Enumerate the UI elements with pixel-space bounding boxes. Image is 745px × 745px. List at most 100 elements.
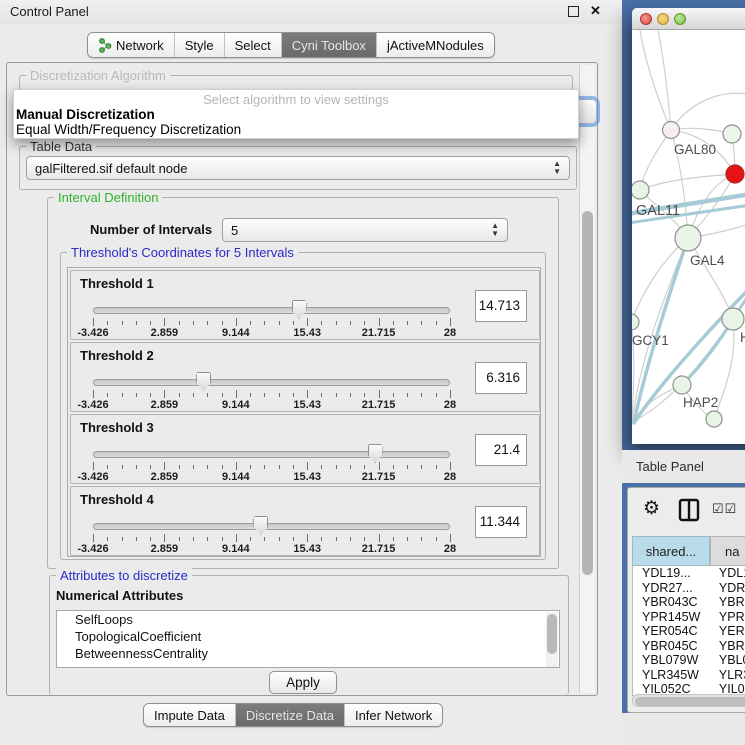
tab-network[interactable]: Network: [88, 33, 175, 57]
column-header-name[interactable]: na: [710, 536, 745, 566]
node-gcy1[interactable]: [632, 314, 639, 330]
node-bottom[interactable]: [706, 411, 722, 427]
table-row[interactable]: YER054CYER0: [633, 624, 745, 639]
table-cell: YBR043C: [633, 595, 710, 610]
table-data-combobox[interactable]: galFiltered.sif default node ▲▼: [26, 156, 570, 180]
threshold-1-slider-thumb[interactable]: [292, 300, 307, 319]
columns-icon[interactable]: [678, 498, 700, 522]
node-red-selected[interactable]: [726, 165, 744, 183]
threshold-3-slider-track[interactable]: [93, 451, 450, 458]
tab-style[interactable]: Style: [175, 33, 225, 57]
panel-scrollbar-thumb[interactable]: [582, 211, 593, 575]
tick-label: -3.426: [77, 327, 108, 339]
tab-infer-network[interactable]: Infer Network: [345, 704, 442, 726]
tick: [450, 534, 451, 542]
tick: [321, 465, 322, 469]
numerical-attributes-list[interactable]: SelfLoopsTopologicalCoefficientBetweenne…: [56, 610, 560, 668]
table-row[interactable]: YBR045CYBR0: [633, 639, 745, 654]
checkbox-icons[interactable]: ☑☑: [712, 501, 737, 517]
table-hscrollbar-thumb[interactable]: [635, 697, 745, 706]
number-of-intervals-spinner[interactable]: 5 ▲▼: [222, 218, 508, 242]
tab-select[interactable]: Select: [225, 33, 282, 57]
table-hscrollbar[interactable]: [632, 694, 745, 707]
tick: [107, 321, 108, 325]
tab-jactivemnodules[interactable]: jActiveMNodules: [377, 33, 494, 57]
tab-discretize-data[interactable]: Discretize Data: [236, 704, 345, 726]
threshold-3-value-field[interactable]: 21.4: [475, 434, 527, 466]
node-label-h: H: [740, 330, 745, 345]
algorithm-dropdown-popup: Select algorithm to view settings Manual…: [13, 89, 579, 139]
attribute-list-item[interactable]: SelfLoops: [57, 611, 559, 628]
threshold-4-value-field[interactable]: 11.344: [475, 506, 527, 538]
table-cell: YBL079W: [633, 653, 710, 668]
network-canvas[interactable]: GAL80 GA C GAL11 GAL4 GCY1 H HAP2: [632, 30, 745, 444]
tick: [150, 393, 151, 397]
column-header-shared-name[interactable]: shared...: [632, 536, 710, 566]
table-row[interactable]: YLR345WYLR3: [633, 668, 745, 683]
tick: [93, 462, 94, 470]
tick-label: 21.715: [362, 327, 396, 339]
tick: [164, 318, 165, 326]
node-table-body[interactable]: YDL19...YDL1YDR27...YDR2YBR043CYBR0YPR14…: [632, 566, 745, 696]
threshold-2-slider-track[interactable]: [93, 379, 450, 386]
tick: [136, 537, 137, 541]
tick: [321, 537, 322, 541]
tick-label: 21.715: [362, 399, 396, 411]
threshold-4-slider-track[interactable]: [93, 523, 450, 530]
panel-scrollbar[interactable]: [579, 65, 595, 693]
network-view-window[interactable]: GAL80 GA C GAL11 GAL4 GCY1 H HAP2: [632, 8, 745, 444]
close-icon[interactable]: ✕: [590, 3, 601, 19]
tick: [222, 393, 223, 397]
apply-button[interactable]: Apply: [269, 671, 337, 694]
tick: [393, 393, 394, 397]
attribute-list-item[interactable]: BetweennessCentrality: [57, 645, 559, 662]
node-gal4[interactable]: [675, 225, 701, 251]
tick: [393, 465, 394, 469]
thresholds-group: Threshold's Coordinates for 5 Intervals …: [60, 252, 546, 560]
gear-icon[interactable]: ⚙: [643, 497, 660, 520]
threshold-3-slider-thumb[interactable]: [368, 444, 383, 463]
table-row[interactable]: YDL19...YDL1: [633, 566, 745, 581]
tick: [279, 321, 280, 325]
threshold-2-value-field[interactable]: 6.316: [475, 362, 527, 394]
attribute-list-item[interactable]: TopologicalCoefficient: [57, 628, 559, 645]
table-row[interactable]: YBR043CYBR0: [633, 595, 745, 610]
threshold-2-slider-thumb[interactable]: [196, 372, 211, 391]
tick: [250, 321, 251, 325]
node-h[interactable]: [722, 308, 744, 330]
table-row[interactable]: YPR145WYPR1: [633, 610, 745, 625]
tick: [122, 537, 123, 541]
tab-cyni-toolbox[interactable]: Cyni Toolbox: [282, 33, 377, 57]
threshold-1-slider-track[interactable]: [93, 307, 450, 314]
table-row[interactable]: YBL079WYBL0: [633, 653, 745, 668]
tick: [136, 321, 137, 325]
tick-label: 21.715: [362, 543, 396, 555]
slider-tick-labels: -3.4262.8599.14415.4321.71528: [93, 327, 450, 339]
node-gal80[interactable]: [663, 122, 680, 139]
attributes-scrollbar[interactable]: [546, 612, 558, 668]
tab-cyni-toolbox-label: Cyni Toolbox: [292, 38, 366, 53]
algorithm-option-equal-width[interactable]: Equal Width/Frequency Discretization: [16, 122, 241, 137]
algorithm-option-manual[interactable]: Manual Discretization: [16, 107, 155, 122]
table-cell: YDL19...: [633, 566, 710, 581]
table-row[interactable]: YDR27...YDR2: [633, 581, 745, 596]
node-top-right[interactable]: [723, 125, 741, 143]
threshold-1-value-field[interactable]: 14.713: [475, 290, 527, 322]
close-traffic-light-icon[interactable]: [640, 13, 652, 25]
tick: [364, 537, 365, 541]
attributes-scrollbar-thumb[interactable]: [547, 614, 557, 654]
threshold-4-slider-thumb[interactable]: [253, 516, 268, 535]
tab-impute-data[interactable]: Impute Data: [144, 704, 236, 726]
float-window-icon[interactable]: [568, 6, 579, 17]
minimize-traffic-light-icon[interactable]: [657, 13, 669, 25]
tick: [179, 393, 180, 397]
algorithm-placeholder-option[interactable]: Select algorithm to view settings: [14, 92, 578, 107]
tick: [207, 393, 208, 397]
network-window-titlebar[interactable]: [632, 8, 745, 30]
tab-discretize-data-label: Discretize Data: [246, 708, 334, 723]
tick: [450, 318, 451, 326]
zoom-traffic-light-icon[interactable]: [674, 13, 686, 25]
node-hap2[interactable]: [673, 376, 691, 394]
node-gal11[interactable]: [632, 181, 649, 199]
network-icon: [98, 38, 112, 53]
